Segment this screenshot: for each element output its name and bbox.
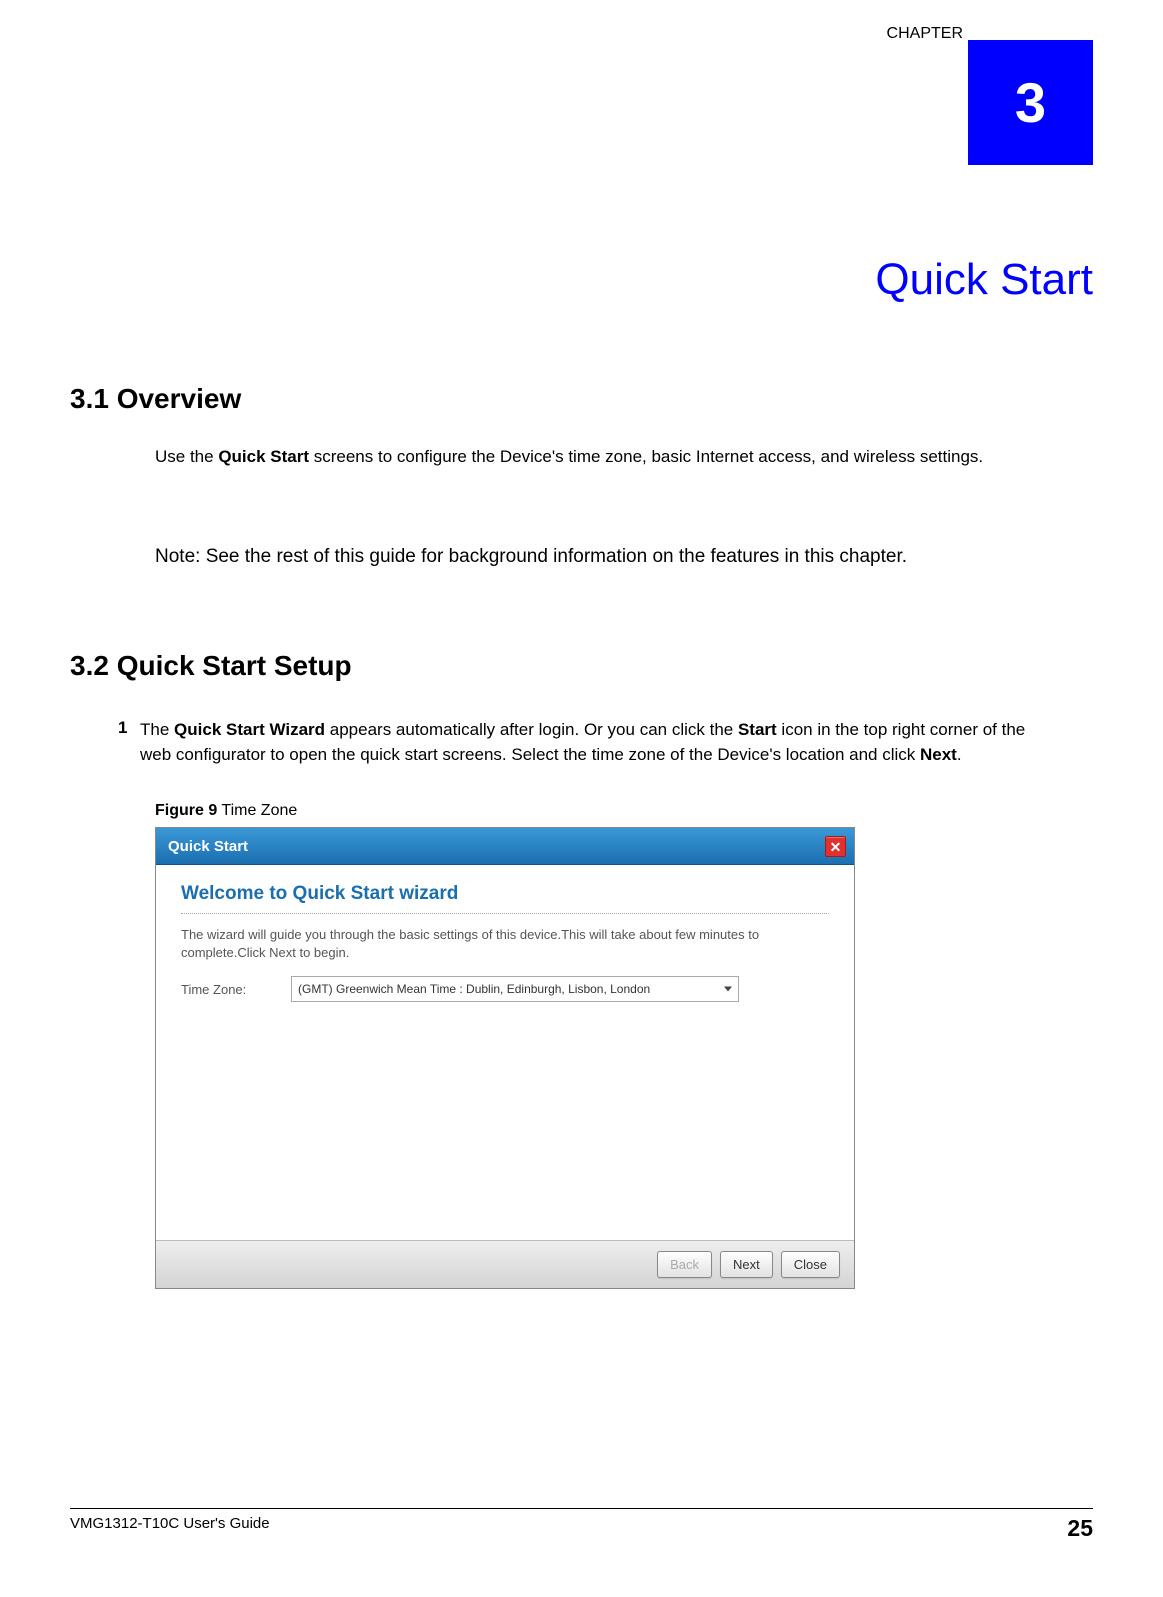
next-button[interactable]: Next: [720, 1251, 773, 1278]
section-3-2-heading: 3.2 Quick Start Setup: [70, 650, 352, 682]
wizard-footer: Back Next Close: [156, 1240, 854, 1288]
quick-start-wizard-dialog: Quick Start ✕ Welcome to Quick Start wiz…: [155, 827, 855, 1289]
page: CHAPTER 3 Quick Start 3.1 Overview Use t…: [0, 0, 1163, 1597]
text: The: [140, 720, 174, 739]
chapter-title: Quick Start: [875, 255, 1093, 305]
wizard-title: Quick Start: [168, 838, 248, 855]
guide-name: VMG1312-T10C User's Guide: [70, 1515, 270, 1542]
close-icon[interactable]: ✕: [825, 836, 846, 857]
text: screens to configure the Device's time z…: [309, 447, 983, 466]
text: .: [957, 745, 962, 764]
timezone-value: (GMT) Greenwich Mean Time : Dublin, Edin…: [298, 982, 650, 996]
text-bold: Quick Start: [218, 447, 309, 466]
figure-title: Time Zone: [217, 802, 297, 819]
wizard-body: Welcome to Quick Start wizard The wizard…: [156, 865, 854, 1240]
wizard-description: The wizard will guide you through the ba…: [181, 926, 829, 962]
note-paragraph: Note: See the rest of this guide for bac…: [155, 544, 1080, 571]
page-footer: VMG1312-T10C User's Guide 25: [70, 1508, 1093, 1542]
chapter-label: CHAPTER: [887, 25, 963, 43]
text-bold: Next: [920, 745, 957, 764]
step-1: 1 The Quick Start Wizard appears automat…: [140, 718, 1030, 767]
chapter-number-badge: 3: [968, 40, 1093, 165]
step-1-text: The Quick Start Wizard appears automatic…: [140, 718, 1030, 767]
wizard-titlebar[interactable]: Quick Start ✕: [156, 828, 854, 865]
page-number: 25: [1067, 1515, 1093, 1542]
figure-number: Figure 9: [155, 802, 217, 819]
step-number: 1: [118, 718, 127, 738]
back-button[interactable]: Back: [657, 1251, 712, 1278]
timezone-select[interactable]: (GMT) Greenwich Mean Time : Dublin, Edin…: [291, 976, 739, 1002]
wizard-welcome-heading: Welcome to Quick Start wizard: [181, 883, 829, 905]
close-button[interactable]: Close: [781, 1251, 840, 1278]
section-3-1-heading: 3.1 Overview: [70, 383, 241, 415]
timezone-label: Time Zone:: [181, 982, 271, 997]
separator: [181, 913, 829, 914]
text-bold: Start: [738, 720, 777, 739]
text: Use the: [155, 447, 218, 466]
overview-paragraph: Use the Quick Start screens to configure…: [155, 445, 1025, 470]
text-bold: Quick Start Wizard: [174, 720, 325, 739]
timezone-row: Time Zone: (GMT) Greenwich Mean Time : D…: [181, 976, 829, 1002]
text: appears automatically after login. Or yo…: [325, 720, 738, 739]
figure-caption: Figure 9 Time Zone: [155, 802, 297, 820]
